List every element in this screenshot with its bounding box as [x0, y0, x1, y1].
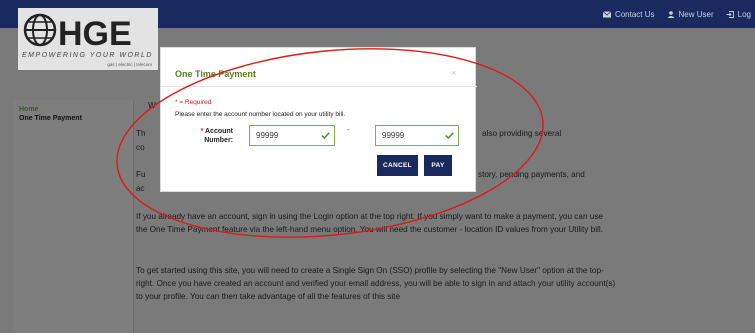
cancel-button[interactable]: CANCEL — [377, 155, 418, 176]
sidebar-item-one-time-payment[interactable]: One Time Payment — [19, 115, 82, 122]
new-user-label: New User — [678, 9, 714, 19]
content-fragment: W — [148, 101, 156, 110]
account-number-label: * Account Number: — [193, 127, 233, 145]
instruction-text: Please enter the account number located … — [175, 111, 346, 118]
close-icon[interactable]: × — [451, 68, 456, 78]
one-time-payment-modal: One Time Payment × * = Required Please e… — [160, 47, 477, 192]
logo-tagline: EMPOWERING YOUR WORLD — [22, 52, 153, 59]
content-fragment: story, pending payments, and — [478, 170, 585, 179]
logo-graphic: HGE — [23, 13, 132, 52]
valid-check-icon — [445, 132, 454, 139]
content-fragment: co — [136, 143, 145, 152]
content-fragment: also providing several — [482, 129, 562, 138]
content-fragment: Fu — [136, 170, 146, 179]
modal-title: One Time Payment — [175, 69, 256, 79]
top-nav-links: Contact Us New User Log — [602, 0, 755, 28]
account-separator: - — [347, 125, 350, 134]
required-star: * — [200, 128, 204, 135]
logo-text: HGE — [58, 15, 132, 52]
login-label: Log — [737, 9, 751, 19]
login-link[interactable]: Log — [726, 10, 751, 19]
contact-us-link[interactable]: Contact Us — [602, 9, 655, 19]
valid-check-icon — [321, 132, 330, 139]
envelope-icon — [602, 10, 611, 17]
sidebar: Home One Time Payment — [14, 100, 134, 333]
content-paragraph-signup: To get started using this site, you will… — [136, 266, 616, 301]
sidebar-item-home[interactable]: Home — [19, 106, 38, 113]
modal-divider — [161, 86, 477, 87]
new-user-link[interactable]: New User — [667, 10, 714, 19]
content-fragment: Th — [136, 129, 146, 138]
content-fragment: ac — [136, 184, 145, 193]
account-number-label-text: Account Number: — [204, 128, 233, 144]
user-icon — [667, 10, 675, 18]
company-logo[interactable]: HGE EMPOWERING YOUR WORLD gas | electric… — [18, 8, 158, 70]
content-paragraph-login: If you already have an account, sign in … — [136, 212, 603, 234]
login-icon — [726, 10, 734, 18]
pay-button[interactable]: PAY — [424, 155, 452, 176]
required-note: * = Required — [175, 99, 212, 106]
contact-us-label: Contact Us — [614, 9, 655, 19]
logo-subline: gas | electric | telecom — [107, 62, 152, 67]
